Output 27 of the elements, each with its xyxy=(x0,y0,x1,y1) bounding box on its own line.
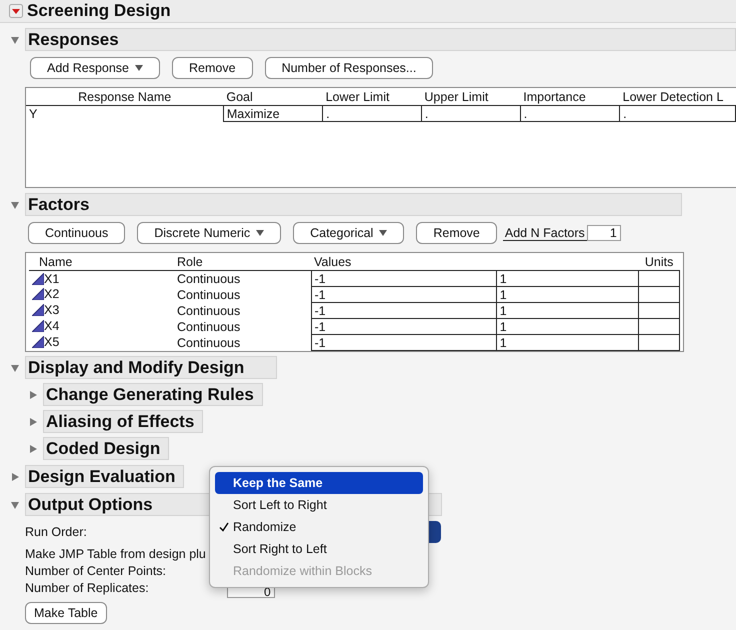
factor-name: X3 xyxy=(44,303,60,317)
column-header: Name xyxy=(29,253,174,270)
factor-name: X1 xyxy=(44,272,60,286)
column-header: Goal xyxy=(223,88,323,106)
factor-name: X4 xyxy=(44,319,60,333)
center-points-label: Number of Center Points: xyxy=(25,563,166,580)
table-cell: Continuous xyxy=(174,270,311,286)
column-header: Lower Detection L xyxy=(620,88,736,106)
run-order-label: Run Order: xyxy=(25,525,87,539)
report-title: Screening Design xyxy=(27,1,171,21)
column-header: Role xyxy=(174,253,311,270)
column-header: Lower Limit xyxy=(322,88,422,106)
column-header: Response Name xyxy=(26,88,224,106)
factor-name: X2 xyxy=(44,287,60,301)
replicates-label: Number of Replicates: xyxy=(25,580,149,597)
table-cell: Continuous xyxy=(174,318,311,334)
add-n-factors-label: Add N Factors xyxy=(502,226,587,240)
column-header: Importance xyxy=(520,88,620,106)
table-cell: Continuous xyxy=(174,334,311,350)
table-cell: Continuous xyxy=(174,286,311,302)
table-cell: Continuous xyxy=(174,302,311,318)
factor-name: X5 xyxy=(44,335,60,349)
table-cell: Y xyxy=(26,106,224,122)
column-header: Upper Limit xyxy=(421,88,520,106)
make-table-text: Make JMP Table from design plu xyxy=(25,546,206,563)
column-header: Values xyxy=(311,253,639,270)
column-header: Units xyxy=(638,253,680,270)
